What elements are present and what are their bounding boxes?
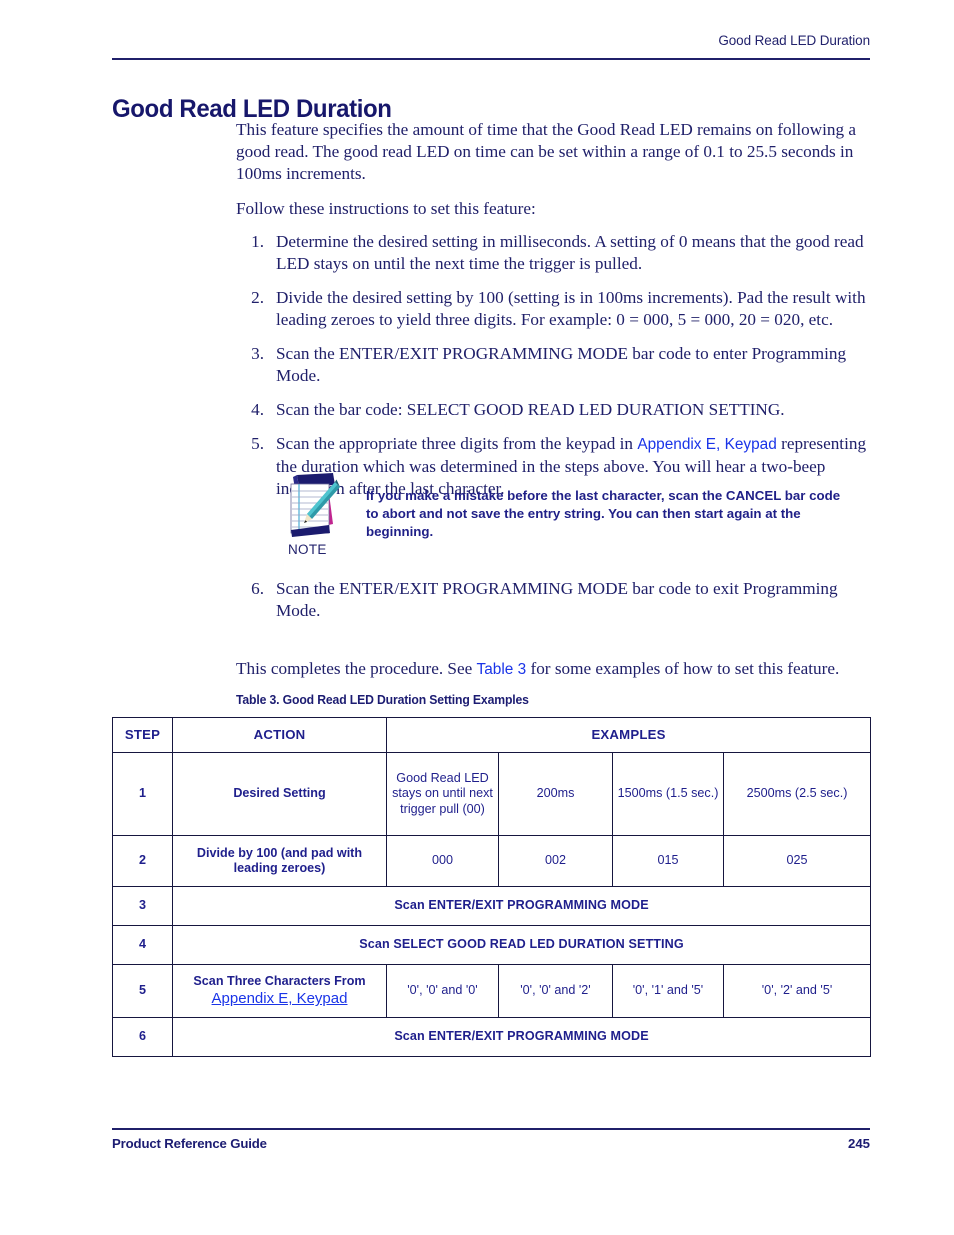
cell-span-instruction: Scan ENTER/EXIT PROGRAMMING MODE bbox=[171, 886, 872, 926]
step-text: Divide the desired setting by 100 (setti… bbox=[276, 288, 866, 329]
step-number: 1. bbox=[251, 232, 264, 251]
cell-example: 025 bbox=[722, 835, 872, 887]
steps-list-continued: 6. Scan the ENTER/EXIT PROGRAMMING MODE … bbox=[236, 578, 870, 622]
cell-step: 4 bbox=[112, 925, 173, 965]
table-row: 6 Scan ENTER/EXIT PROGRAMMING MODE bbox=[112, 1017, 872, 1057]
list-item: 2. Divide the desired setting by 100 (se… bbox=[236, 287, 870, 331]
cell-example: '0', '2' and '5' bbox=[722, 964, 872, 1018]
column-header-examples: EXAMPLES bbox=[385, 717, 872, 753]
step-text: Scan the ENTER/EXIT PROGRAMMING MODE bar… bbox=[276, 344, 847, 385]
running-header: Good Read LED Duration bbox=[718, 33, 870, 48]
cell-example: '0', '1' and '5' bbox=[612, 964, 724, 1018]
table-row: 3 Scan ENTER/EXIT PROGRAMMING MODE bbox=[112, 886, 872, 926]
page-number: 245 bbox=[847, 1136, 870, 1151]
cell-example: '0', '0' and '0' bbox=[386, 964, 499, 1018]
follow-instructions-paragraph: Follow these instructions to set this fe… bbox=[236, 199, 536, 218]
column-header-action: ACTION bbox=[172, 717, 387, 753]
header-rule bbox=[112, 58, 870, 60]
appendix-e-keypad-link[interactable]: Appendix E, Keypad bbox=[637, 436, 776, 453]
cell-example: Good Read LED stays on until next trigge… bbox=[386, 752, 499, 836]
cell-example: 200ms bbox=[498, 752, 613, 836]
cell-example: 1500ms (1.5 sec.) bbox=[612, 752, 724, 836]
cell-example: 002 bbox=[498, 835, 613, 887]
cell-example: 015 bbox=[612, 835, 724, 887]
closing-paragraph: This completes the procedure. See Table … bbox=[236, 658, 870, 681]
table-caption: Table 3. Good Read LED Duration Setting … bbox=[236, 693, 529, 707]
column-header-step: STEP bbox=[112, 717, 173, 753]
table-3-link[interactable]: Table 3 bbox=[477, 661, 527, 678]
step-text: Scan the bar code: SELECT GOOD READ LED … bbox=[276, 400, 785, 419]
body-column-lower: 6. Scan the ENTER/EXIT PROGRAMMING MODE … bbox=[236, 578, 870, 634]
cell-action: Scan Three Characters From Appendix E, K… bbox=[172, 964, 387, 1018]
step-number: 6. bbox=[251, 579, 264, 598]
examples-table: STEP ACTION EXAMPLES 1 Desired Setting G… bbox=[112, 717, 872, 1057]
closing-paragraph-wrap: This completes the procedure. See Table … bbox=[236, 658, 870, 694]
step-text: Determine the desired setting in millise… bbox=[276, 232, 864, 273]
step-text-before: Scan the appropriate three digits from t… bbox=[276, 434, 638, 453]
notepad-pencil-icon bbox=[283, 472, 341, 538]
examples-table-wrap: STEP ACTION EXAMPLES 1 Desired Setting G… bbox=[112, 717, 872, 1057]
table-row: 1 Desired Setting Good Read LED stays on… bbox=[112, 752, 872, 836]
step-text: Scan the ENTER/EXIT PROGRAMMING MODE bar… bbox=[276, 579, 838, 620]
cell-span-instruction: Scan ENTER/EXIT PROGRAMMING MODE bbox=[171, 1017, 872, 1057]
step-number: 3. bbox=[251, 344, 264, 363]
cell-step: 1 bbox=[112, 752, 173, 836]
intro-paragraph: This feature specifies the amount of tim… bbox=[236, 120, 857, 183]
body-column: This feature specifies the amount of tim… bbox=[236, 119, 870, 512]
closing-before: This completes the procedure. See bbox=[236, 659, 477, 678]
note-text: If you make a mistake before the last ch… bbox=[366, 488, 841, 539]
cell-action: Divide by 100 (and pad with leading zero… bbox=[172, 835, 387, 887]
cell-action-label: Scan Three Characters From bbox=[193, 973, 366, 988]
table-header-row: STEP ACTION EXAMPLES bbox=[112, 717, 872, 753]
list-item: 1. Determine the desired setting in mill… bbox=[236, 231, 870, 275]
step-number: 4. bbox=[251, 400, 264, 419]
cell-step: 2 bbox=[112, 835, 173, 887]
cell-example: 2500ms (2.5 sec.) bbox=[722, 752, 872, 836]
closing-after: for some examples of how to set this fea… bbox=[526, 659, 840, 678]
cell-span-instruction: Scan SELECT GOOD READ LED DURATION SETTI… bbox=[171, 925, 872, 965]
cell-step: 3 bbox=[112, 886, 173, 926]
list-item: 4. Scan the bar code: SELECT GOOD READ L… bbox=[236, 399, 870, 421]
appendix-e-keypad-link-table[interactable]: Appendix E, Keypad bbox=[176, 989, 383, 1008]
cell-step: 5 bbox=[112, 964, 173, 1018]
step-number: 5. bbox=[251, 434, 264, 453]
note-label: NOTE bbox=[288, 542, 327, 557]
cell-step: 6 bbox=[112, 1017, 173, 1057]
list-item: 3. Scan the ENTER/EXIT PROGRAMMING MODE … bbox=[236, 343, 870, 387]
steps-list: 1. Determine the desired setting in mill… bbox=[236, 231, 870, 500]
cell-example: 000 bbox=[386, 835, 499, 887]
table-row: 4 Scan SELECT GOOD READ LED DURATION SET… bbox=[112, 925, 872, 965]
list-item: 6. Scan the ENTER/EXIT PROGRAMMING MODE … bbox=[236, 578, 870, 622]
step-number: 2. bbox=[251, 288, 264, 307]
cell-example: '0', '0' and '2' bbox=[498, 964, 613, 1018]
document-page: Good Read LED Duration Good Read LED Dur… bbox=[0, 0, 954, 1235]
table-row: 5 Scan Three Characters From Appendix E,… bbox=[112, 964, 872, 1018]
note-block: NOTE If you make a mistake before the la… bbox=[283, 472, 873, 562]
cell-action: Desired Setting bbox=[172, 752, 387, 836]
table-row: 2 Divide by 100 (and pad with leading ze… bbox=[112, 835, 872, 887]
footer-rule bbox=[112, 1128, 870, 1130]
